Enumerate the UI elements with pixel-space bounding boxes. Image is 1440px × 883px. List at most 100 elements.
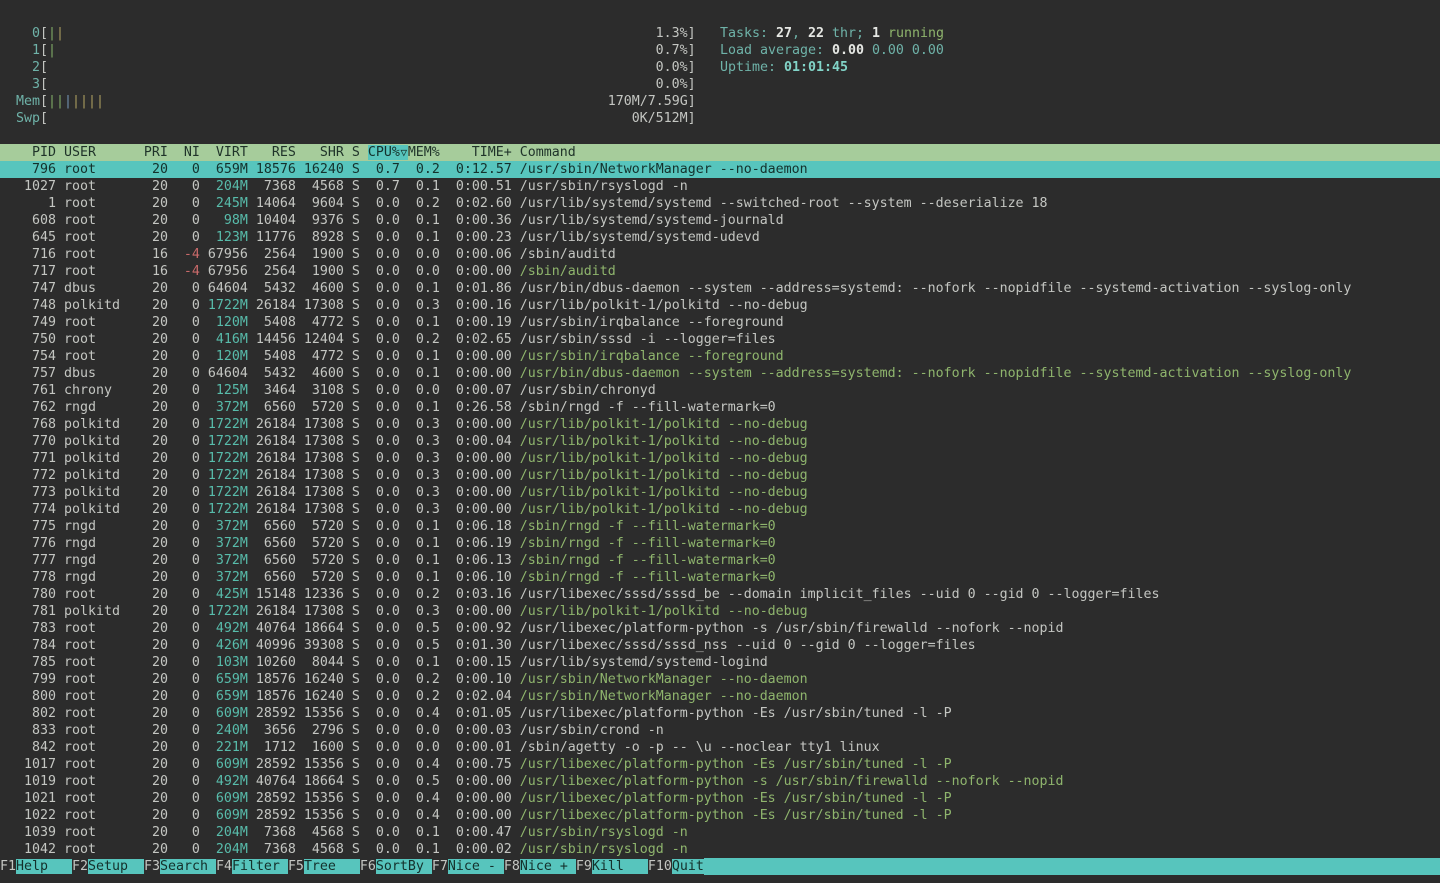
process-row-1021[interactable]: 1021 root 20 0 609M 28592 15356 S 0.0 0.… — [0, 790, 1440, 807]
fkey-quit[interactable]: F10Quit — [648, 858, 704, 875]
process-row-608[interactable]: 608 root 20 0 98M 10404 9376 S 0.0 0.1 0… — [0, 212, 1440, 229]
state-cell: S — [344, 400, 360, 415]
fkey-filter[interactable]: F4Filter — [216, 858, 288, 875]
pid-cell: 754 — [0, 349, 56, 364]
process-row-778[interactable]: 778 rngd 20 0 372M 6560 5720 S 0.0 0.1 0… — [0, 569, 1440, 586]
process-row-716[interactable]: 716 root 16 -4 67956 2564 1900 S 0.0 0.0… — [0, 246, 1440, 263]
res-cell: 26184 — [248, 604, 296, 619]
process-row-780[interactable]: 780 root 20 0 425M 15148 12336 S 0.0 0.2… — [0, 586, 1440, 603]
process-row-770[interactable]: 770 polkitd 20 0 1722M 26184 17308 S 0.0… — [0, 433, 1440, 450]
fkey-kill[interactable]: F9Kill — [576, 858, 648, 875]
shr-cell: 1900 — [296, 264, 344, 279]
process-row-772[interactable]: 772 polkitd 20 0 1722M 26184 17308 S 0.0… — [0, 467, 1440, 484]
process-row-748[interactable]: 748 polkitd 20 0 1722M 26184 17308 S 0.0… — [0, 297, 1440, 314]
user-cell: root — [56, 740, 136, 755]
shr-cell: 17308 — [296, 298, 344, 313]
cpu-percent-cell: 0.0 — [360, 349, 400, 364]
res-cell: 40764 — [248, 621, 296, 636]
process-row-768[interactable]: 768 polkitd 20 0 1722M 26184 17308 S 0.0… — [0, 416, 1440, 433]
process-row-800[interactable]: 800 root 20 0 659M 18576 16240 S 0.0 0.2… — [0, 688, 1440, 705]
pid-cell: 842 — [0, 740, 56, 755]
time-cell: 0:00.07 — [440, 383, 512, 398]
state-cell: S — [344, 434, 360, 449]
nice-cell: 0 — [168, 842, 200, 857]
mem-percent-cell: 0.5 — [400, 774, 440, 789]
state-cell: S — [344, 264, 360, 279]
res-cell: 6560 — [248, 570, 296, 585]
pid-cell: 777 — [0, 553, 56, 568]
process-row-1019[interactable]: 1019 root 20 0 492M 40764 18664 S 0.0 0.… — [0, 773, 1440, 790]
process-row-1017[interactable]: 1017 root 20 0 609M 28592 15356 S 0.0 0.… — [0, 756, 1440, 773]
process-row-771[interactable]: 771 polkitd 20 0 1722M 26184 17308 S 0.0… — [0, 450, 1440, 467]
process-row-783[interactable]: 783 root 20 0 492M 40764 18664 S 0.0 0.5… — [0, 620, 1440, 637]
process-row-1042[interactable]: 1042 root 20 0 204M 7368 4568 S 0.0 0.1 … — [0, 841, 1440, 858]
process-row-833[interactable]: 833 root 20 0 240M 3656 2796 S 0.0 0.0 0… — [0, 722, 1440, 739]
process-row-796[interactable]: 796 root 20 0 659M 18576 16240 S 0.7 0.2… — [0, 161, 1440, 178]
state-cell: S — [344, 179, 360, 194]
priority-cell: 20 — [136, 400, 168, 415]
user-cell: root — [56, 332, 136, 347]
virt-cell: 492M — [200, 774, 248, 789]
process-row-774[interactable]: 774 polkitd 20 0 1722M 26184 17308 S 0.0… — [0, 501, 1440, 518]
meter-value-swp: 0K/512M] — [48, 111, 696, 126]
process-row-750[interactable]: 750 root 20 0 416M 14456 12404 S 0.0 0.2… — [0, 331, 1440, 348]
virt-cell: 245M — [200, 196, 248, 211]
priority-cell: 20 — [136, 791, 168, 806]
nice-cell: 0 — [168, 689, 200, 704]
command-cell: /usr/sbin/rsyslogd -n — [512, 179, 688, 194]
process-row-784[interactable]: 784 root 20 0 426M 40996 39308 S 0.0 0.5… — [0, 637, 1440, 654]
process-row-762[interactable]: 762 rngd 20 0 372M 6560 5720 S 0.0 0.1 0… — [0, 399, 1440, 416]
fkey-tree[interactable]: F5Tree — [288, 858, 360, 875]
process-row-775[interactable]: 775 rngd 20 0 372M 6560 5720 S 0.0 0.1 0… — [0, 518, 1440, 535]
command-cell: /usr/libexec/sssd/sssd_nss --uid 0 --gid… — [512, 638, 976, 653]
res-cell: 28592 — [248, 757, 296, 772]
fkey-search[interactable]: F3Search — [144, 858, 216, 875]
process-row-842[interactable]: 842 root 20 0 221M 1712 1600 S 0.0 0.0 0… — [0, 739, 1440, 756]
process-row-754[interactable]: 754 root 20 0 120M 5408 4772 S 0.0 0.1 0… — [0, 348, 1440, 365]
time-cell: 0:01.30 — [440, 638, 512, 653]
nice-cell: -4 — [168, 247, 200, 262]
virt-cell: 221M — [200, 740, 248, 755]
nice-cell: 0 — [168, 349, 200, 364]
time-cell: 0:02.65 — [440, 332, 512, 347]
fkey-help[interactable]: F1Help — [0, 858, 72, 875]
nice-cell: 0 — [168, 553, 200, 568]
sort-column-cpu[interactable]: CPU%▽ — [368, 145, 408, 160]
process-row-785[interactable]: 785 root 20 0 103M 10260 8044 S 0.0 0.1 … — [0, 654, 1440, 671]
state-cell: S — [344, 757, 360, 772]
process-row-717[interactable]: 717 root 16 -4 67956 2564 1900 S 0.0 0.0… — [0, 263, 1440, 280]
fkey-nice-[interactable]: F8Nice + — [504, 858, 576, 875]
user-cell: chrony — [56, 383, 136, 398]
user-cell: root — [56, 621, 136, 636]
user-cell: root — [56, 315, 136, 330]
process-row-777[interactable]: 777 rngd 20 0 372M 6560 5720 S 0.0 0.1 0… — [0, 552, 1440, 569]
process-row-1039[interactable]: 1039 root 20 0 204M 7368 4568 S 0.0 0.1 … — [0, 824, 1440, 841]
process-row-1027[interactable]: 1027 root 20 0 204M 7368 4568 S 0.7 0.1 … — [0, 178, 1440, 195]
process-row-802[interactable]: 802 root 20 0 609M 28592 15356 S 0.0 0.4… — [0, 705, 1440, 722]
time-cell: 0:00.10 — [440, 672, 512, 687]
meter-open-bracket: [ — [40, 77, 48, 92]
process-row-1[interactable]: 1 root 20 0 245M 14064 9604 S 0.0 0.2 0:… — [0, 195, 1440, 212]
time-cell: 0:00.36 — [440, 213, 512, 228]
process-row-749[interactable]: 749 root 20 0 120M 5408 4772 S 0.0 0.1 0… — [0, 314, 1440, 331]
process-row-761[interactable]: 761 chrony 20 0 125M 3464 3108 S 0.0 0.0… — [0, 382, 1440, 399]
time-cell: 0:00.75 — [440, 757, 512, 772]
user-cell: rngd — [56, 553, 136, 568]
process-row-1022[interactable]: 1022 root 20 0 609M 28592 15356 S 0.0 0.… — [0, 807, 1440, 824]
process-row-776[interactable]: 776 rngd 20 0 372M 6560 5720 S 0.0 0.1 0… — [0, 535, 1440, 552]
process-row-773[interactable]: 773 polkitd 20 0 1722M 26184 17308 S 0.0… — [0, 484, 1440, 501]
process-row-645[interactable]: 645 root 20 0 123M 11776 8928 S 0.0 0.1 … — [0, 229, 1440, 246]
process-row-757[interactable]: 757 dbus 20 0 64604 5432 4600 S 0.0 0.1 … — [0, 365, 1440, 382]
meter-value-cpu1: 0.7%] — [56, 43, 696, 58]
process-row-747[interactable]: 747 dbus 20 0 64604 5432 4600 S 0.0 0.1 … — [0, 280, 1440, 297]
fkey-sortby[interactable]: F6SortBy — [360, 858, 432, 875]
nice-cell: 0 — [168, 655, 200, 670]
process-row-799[interactable]: 799 root 20 0 659M 18576 16240 S 0.0 0.2… — [0, 671, 1440, 688]
user-cell: rngd — [56, 536, 136, 551]
table-header[interactable]: PID USER PRI NI VIRT RES SHR S CPU%▽MEM%… — [0, 144, 1440, 161]
fkey-nice-[interactable]: F7Nice - — [432, 858, 504, 875]
fkey-setup[interactable]: F2Setup — [72, 858, 144, 875]
meter-label-cpu3: 3 — [0, 77, 40, 92]
process-row-781[interactable]: 781 polkitd 20 0 1722M 26184 17308 S 0.0… — [0, 603, 1440, 620]
priority-cell: 20 — [136, 196, 168, 211]
